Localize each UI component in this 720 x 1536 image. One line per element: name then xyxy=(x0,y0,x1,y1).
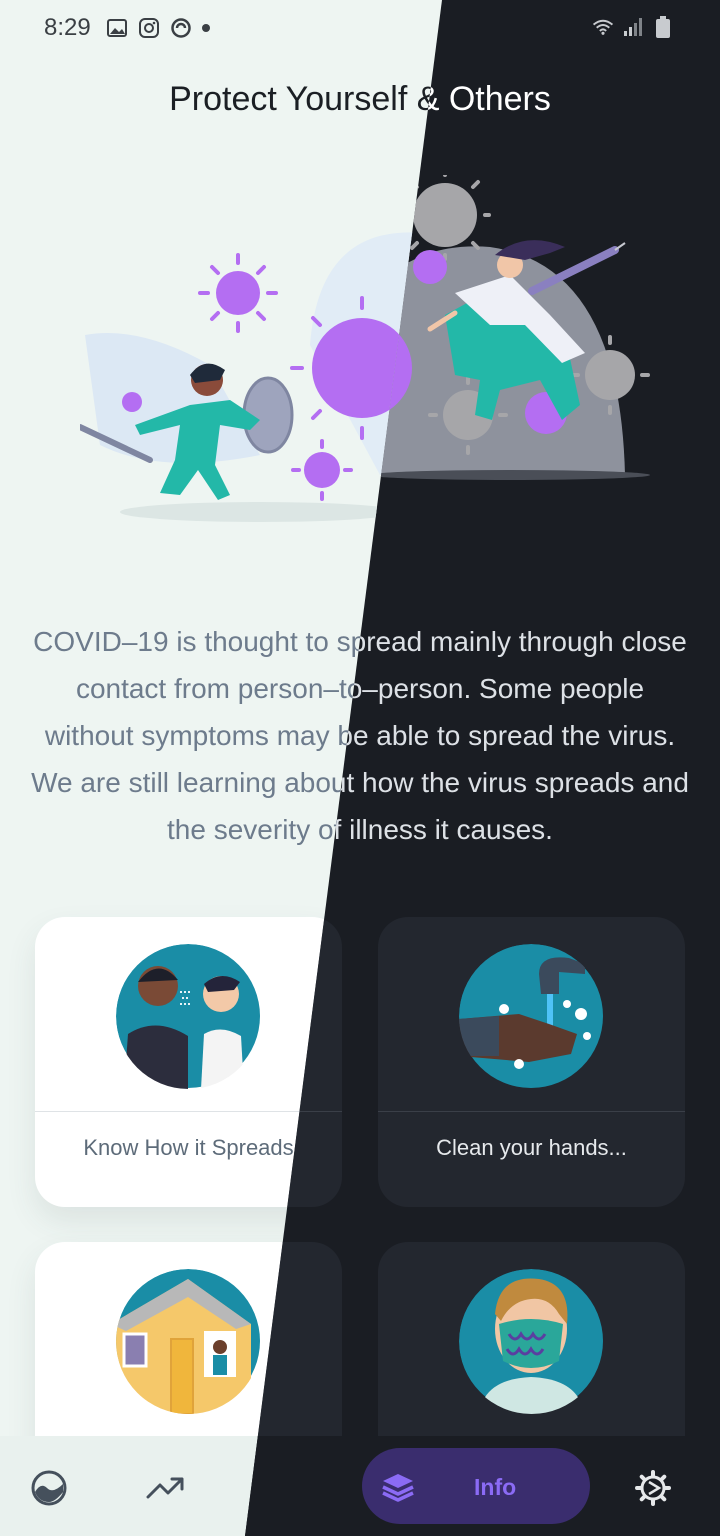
battery-icon xyxy=(652,16,674,38)
status-time: 8:29 xyxy=(44,14,91,41)
layers-icon[interactable] xyxy=(378,1468,418,1508)
handwashing-illustration xyxy=(459,944,604,1089)
nav-info-label[interactable]: Info xyxy=(474,1474,516,1501)
more-notifications-dot xyxy=(202,24,210,32)
card-label: Clean your hands... xyxy=(436,1135,627,1160)
wifi-icon xyxy=(592,16,614,38)
people-sneezing-illustration xyxy=(116,944,261,1089)
app-notification-icon xyxy=(170,17,192,39)
face-mask-illustration xyxy=(459,1269,604,1414)
card-divider xyxy=(35,1111,342,1112)
card-clean-your-hands[interactable]: Clean your hands... xyxy=(378,917,685,1207)
signal-icon xyxy=(622,16,644,38)
world-icon[interactable] xyxy=(29,1468,69,1508)
card-divider xyxy=(378,1111,685,1112)
trending-icon[interactable] xyxy=(145,1468,185,1508)
instagram-notification-icon xyxy=(138,17,160,39)
gallery-notification-icon xyxy=(106,17,128,39)
settings-icon[interactable] xyxy=(633,1468,673,1508)
stay-home-illustration xyxy=(116,1269,261,1414)
